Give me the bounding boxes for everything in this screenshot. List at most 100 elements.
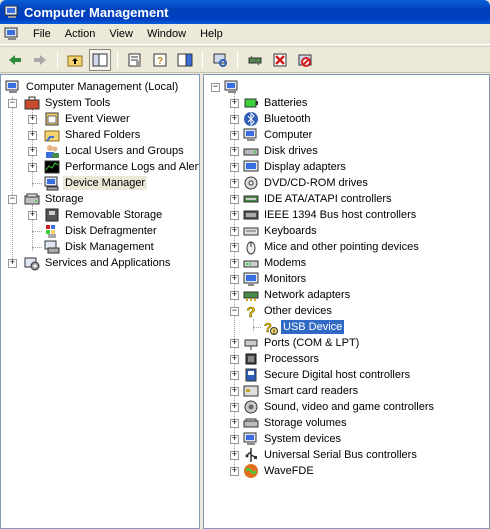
scan-hardware-button[interactable] (209, 49, 231, 71)
expand-toggle[interactable]: + (8, 259, 17, 268)
expand-toggle[interactable]: + (28, 131, 37, 140)
expand-toggle[interactable]: + (28, 115, 37, 124)
tree-node-system-tools[interactable]: System Tools (24, 95, 112, 111)
expand-toggle[interactable]: + (230, 147, 239, 156)
tree-line (253, 319, 254, 331)
back-button[interactable] (4, 49, 26, 71)
expand-toggle[interactable]: + (230, 419, 239, 428)
expand-toggle[interactable]: + (230, 99, 239, 108)
dvd-drive-icon (244, 176, 258, 190)
device-category-row[interactable]: ? Other devices (243, 303, 334, 319)
device-category-row[interactable]: Disk drives (243, 143, 320, 159)
menu-action[interactable]: Action (58, 28, 103, 40)
unknown-device-warning-icon: ?! (264, 320, 278, 335)
device-category-row[interactable]: System devices (243, 431, 343, 447)
tree-node-storage[interactable]: Storage (24, 191, 86, 207)
computer-icon (224, 80, 238, 93)
tree-node-computer-root[interactable] (224, 79, 243, 95)
forward-button[interactable] (29, 49, 51, 71)
tree-node-services-applications[interactable]: Services and Applications (24, 255, 172, 271)
device-category-label: Other devices (264, 305, 332, 317)
expand-toggle[interactable]: + (230, 179, 239, 188)
device-category-row[interactable]: Computer (243, 127, 314, 143)
device-category-row[interactable]: IEEE 1394 Bus host controllers (243, 207, 418, 223)
device-category-row[interactable]: DVD/CD-ROM drives (243, 175, 370, 191)
device-category-label: Secure Digital host controllers (264, 369, 411, 381)
expand-toggle[interactable]: + (230, 163, 239, 172)
collapse-toggle[interactable]: − (211, 83, 220, 92)
tree-node-shared-folders[interactable]: Shared Folders (44, 127, 142, 143)
tree-node-device-manager[interactable]: Device Manager (44, 175, 148, 191)
tree-node-performance-logs[interactable]: Performance Logs and Alerts (44, 159, 199, 175)
folder-up-icon (67, 55, 83, 66)
device-category-row[interactable]: Storage volumes (243, 415, 349, 431)
bluetooth-icon (244, 111, 258, 127)
expand-toggle[interactable]: + (28, 211, 37, 220)
expand-toggle[interactable]: + (28, 163, 37, 172)
title-bar[interactable]: Computer Management (0, 0, 490, 24)
expand-toggle[interactable]: + (230, 387, 239, 396)
tree-node-disk-defragmenter[interactable]: Disk Defragmenter (44, 223, 159, 239)
device-category-row[interactable]: Mice and other pointing devices (243, 239, 421, 255)
collapse-toggle[interactable]: − (8, 99, 17, 108)
tree-node-event-viewer[interactable]: Event Viewer (44, 111, 132, 127)
tree-node-local-users[interactable]: Local Users and Groups (44, 143, 186, 159)
expand-toggle[interactable]: + (230, 355, 239, 364)
expand-toggle[interactable]: + (230, 467, 239, 476)
device-category-row[interactable]: Processors (243, 351, 321, 367)
expand-toggle[interactable]: + (230, 227, 239, 236)
device-category-row[interactable]: Bluetooth (243, 111, 312, 127)
device-category-row[interactable]: Monitors (243, 271, 308, 287)
menu-help[interactable]: Help (193, 28, 230, 40)
device-category-row[interactable]: Smart card readers (243, 383, 360, 399)
tree-node-computer-management[interactable]: Computer Management (Local) (5, 79, 180, 95)
expand-toggle[interactable]: + (230, 403, 239, 412)
device-category-row[interactable]: Secure Digital host controllers (243, 367, 412, 383)
menu-window[interactable]: Window (140, 28, 193, 40)
device-category-row[interactable]: Batteries (243, 95, 309, 111)
properties-button[interactable] (124, 49, 146, 71)
expand-toggle[interactable]: + (230, 195, 239, 204)
device-category-row[interactable]: ?! USB Device (262, 319, 345, 335)
up-level-button[interactable] (64, 49, 86, 71)
expand-toggle[interactable]: + (230, 291, 239, 300)
disable-button[interactable] (294, 49, 316, 71)
expand-toggle[interactable]: + (230, 339, 239, 348)
device-category-row[interactable]: Keyboards (243, 223, 319, 239)
device-category-row[interactable]: Modems (243, 255, 308, 271)
device-category-row[interactable]: IDE ATA/ATAPI controllers (243, 191, 394, 207)
console-tree-pane[interactable]: Computer Management (Local) − System Too… (0, 74, 200, 529)
expand-toggle[interactable]: + (230, 435, 239, 444)
device-category-row[interactable]: WaveFDE (243, 463, 316, 479)
collapse-toggle[interactable]: − (230, 307, 239, 316)
expand-toggle[interactable]: + (230, 131, 239, 140)
menu-file[interactable]: File (26, 28, 58, 40)
menu-bar: File Action View Window Help (0, 24, 490, 45)
device-category-row[interactable]: Sound, video and game controllers (243, 399, 436, 415)
expand-toggle[interactable]: + (230, 275, 239, 284)
tree-node-disk-management[interactable]: Disk Management (44, 239, 156, 255)
export-list-button[interactable] (174, 49, 196, 71)
expand-toggle[interactable]: + (230, 371, 239, 380)
tree-node-removable-storage[interactable]: Removable Storage (44, 207, 164, 223)
device-category-label: Bluetooth (264, 113, 311, 125)
expand-toggle[interactable]: + (230, 259, 239, 268)
expand-toggle[interactable]: + (230, 451, 239, 460)
collapse-toggle[interactable]: − (8, 195, 17, 204)
uninstall-button[interactable] (269, 49, 291, 71)
expand-toggle[interactable]: + (28, 147, 37, 156)
device-category-row[interactable]: Ports (COM & LPT) (243, 335, 361, 351)
toolbar-separator (237, 50, 238, 69)
menu-view[interactable]: View (102, 28, 140, 40)
expand-toggle[interactable]: + (230, 115, 239, 124)
show-hide-tree-button[interactable] (89, 48, 111, 71)
device-list-pane[interactable]: − + Batteries + Bluetooth + Computer + Disk dri… (203, 74, 490, 529)
mmc-app-icon[interactable] (4, 26, 20, 42)
device-category-row[interactable]: Universal Serial Bus controllers (243, 447, 419, 463)
device-category-row[interactable]: Display adapters (243, 159, 348, 175)
device-category-row[interactable]: Network adapters (243, 287, 352, 303)
help-button[interactable]: ? (149, 49, 171, 71)
expand-toggle[interactable]: + (230, 243, 239, 252)
update-driver-button[interactable] (244, 49, 266, 71)
expand-toggle[interactable]: + (230, 211, 239, 220)
